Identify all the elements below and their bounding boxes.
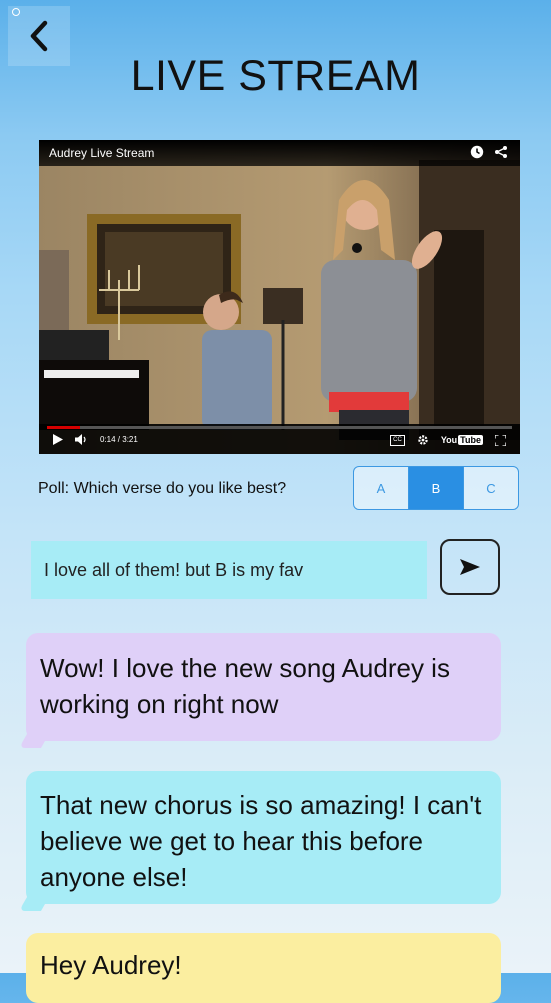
poll-segmented-control: A B C <box>353 466 519 510</box>
volume-icon[interactable] <box>75 434 88 445</box>
video-player[interactable]: Audrey Live Stream 0:14 / 3:21 CC You Tu… <box>39 140 520 454</box>
share-icon[interactable] <box>494 145 508 159</box>
chat-message-text: That new chorus is so amazing! I can't b… <box>40 790 482 892</box>
yt-you: You <box>440 435 458 445</box>
video-time: 0:14 / 3:21 <box>100 435 138 444</box>
progress-fill <box>47 426 80 429</box>
chat-message-text: Hey Audrey! <box>40 950 182 980</box>
yt-tube: Tube <box>458 435 483 445</box>
poll-option-a[interactable]: A <box>354 467 408 509</box>
chevron-left-icon <box>30 20 48 52</box>
youtube-logo[interactable]: You Tube <box>441 435 483 445</box>
chat-message: Hey Audrey! <box>26 933 501 1003</box>
chat-message: That new chorus is so amazing! I can't b… <box>26 771 501 904</box>
video-title-bar: Audrey Live Stream <box>39 140 520 166</box>
chat-message: Wow! I love the new song Audrey is worki… <box>26 633 501 741</box>
clock-icon[interactable] <box>470 145 484 159</box>
video-frame <box>39 140 520 454</box>
settings-icon[interactable] <box>417 434 429 446</box>
message-input-value: I love all of them! but B is my fav <box>44 559 304 580</box>
play-icon[interactable] <box>53 434 63 445</box>
poll-option-b[interactable]: B <box>408 467 463 509</box>
send-button[interactable] <box>440 539 500 595</box>
progress-bar[interactable] <box>47 426 512 429</box>
page-title: LIVE STREAM <box>130 52 421 100</box>
captions-icon[interactable]: CC <box>390 434 405 446</box>
fullscreen-icon[interactable] <box>495 434 506 446</box>
video-title: Audrey Live Stream <box>49 146 155 160</box>
chat-message-text: Wow! I love the new song Audrey is worki… <box>40 653 450 719</box>
poll-option-c[interactable]: C <box>463 467 518 509</box>
video-controls: 0:14 / 3:21 CC You Tube <box>39 424 520 454</box>
poll-question: Poll: Which verse do you like best? <box>38 480 287 497</box>
message-input[interactable]: I love all of them! but B is my fav <box>31 541 427 599</box>
send-icon <box>460 559 480 575</box>
